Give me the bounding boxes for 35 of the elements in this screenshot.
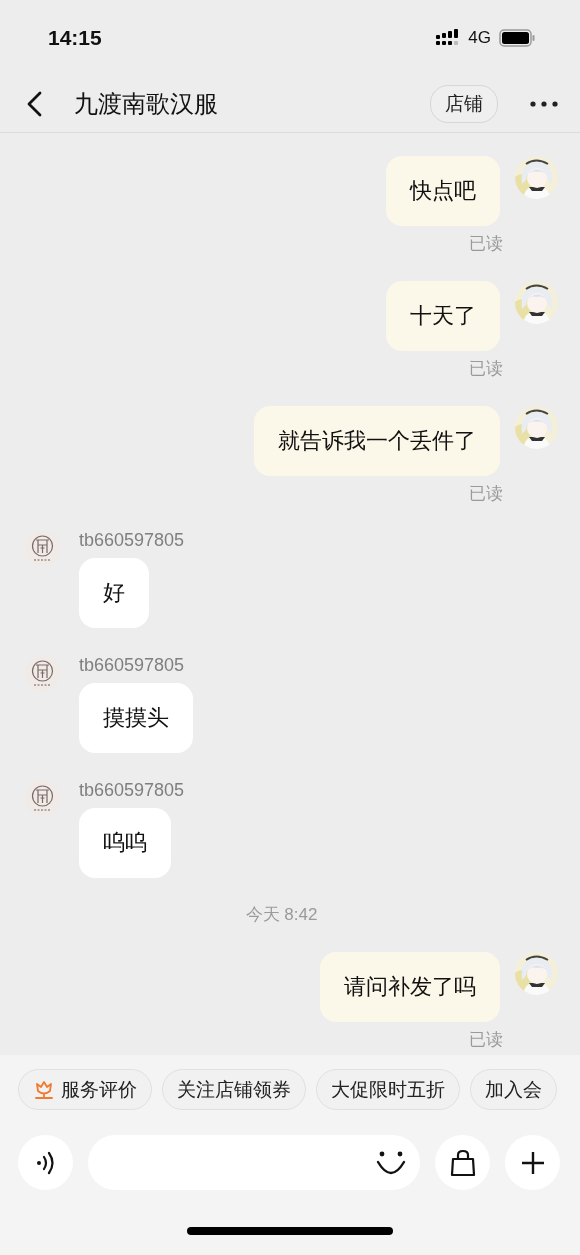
read-receipt: 已读 [469,360,503,378]
sender-name: tb660597805 [79,531,185,549]
quick-action-chip[interactable]: 服务评价 [18,1069,152,1110]
sender-name: tb660597805 [79,656,185,674]
user-avatar [515,406,558,449]
user-avatar [515,281,558,324]
quick-action-chip[interactable]: 加入会 [470,1069,557,1110]
shopping-bag-icon [448,1148,477,1177]
plus-icon [520,1150,545,1175]
back-icon[interactable] [26,90,42,117]
chat-title: 九渡南歌汉服 [74,88,219,119]
sent-message: 请问补发了吗 [320,952,500,1022]
user-avatar [515,952,558,995]
clock-time: 14:15 [48,25,103,50]
battery-icon [499,28,536,47]
read-receipt: 已读 [469,235,503,253]
user-avatar [515,156,558,199]
emoji-icon[interactable] [376,1149,406,1176]
flower-icon [33,1078,55,1101]
quick-action-chip[interactable]: 大促限时五折 [316,1069,460,1110]
voice-icon [35,1150,56,1175]
sent-message: 十天了 [386,281,500,351]
received-message: 摸摸头 [79,683,193,753]
read-receipt: 已读 [469,1031,503,1049]
sent-message: 快点吧 [386,156,500,226]
received-message: 好 [79,558,149,628]
more-icon[interactable] [530,100,558,107]
sent-message: 就告诉我一个丢件了 [254,406,500,476]
received-message: 呜呜 [79,808,171,878]
sender-name: tb660597805 [79,781,185,799]
timestamp: 今天 8:42 [245,906,318,924]
shop-button[interactable]: 店铺 [430,84,498,123]
read-receipt: 已读 [469,485,503,503]
network-label: 4G [468,27,491,48]
quick-action-chip[interactable]: 关注店铺领券 [162,1069,306,1110]
